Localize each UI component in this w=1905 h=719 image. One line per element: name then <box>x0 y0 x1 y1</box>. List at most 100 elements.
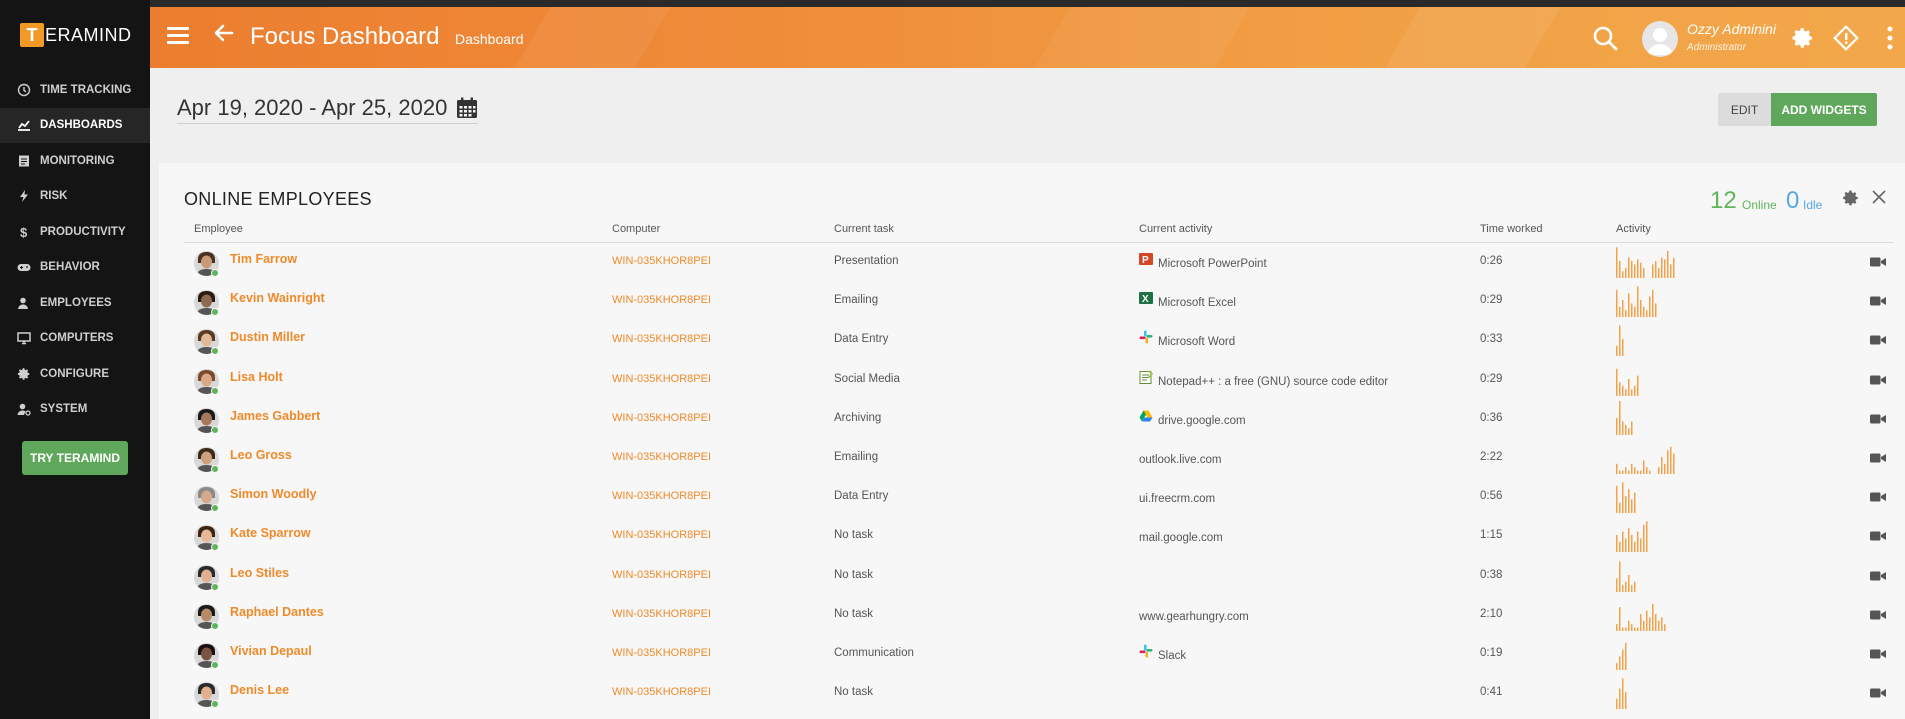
user-avatar[interactable] <box>1642 21 1678 57</box>
time-worked: 1:15 <box>1480 529 1503 542</box>
computer-link[interactable]: WIN-035KHOR8PEI <box>612 647 711 659</box>
menu-toggle-icon[interactable] <box>167 27 189 45</box>
live-view-camera-icon[interactable] <box>1870 451 1886 463</box>
employee-name-link[interactable]: Kate Sparrow <box>230 526 311 540</box>
breadcrumb[interactable]: Dashboard <box>455 31 524 47</box>
column-header-activity-chart[interactable]: Activity <box>1616 223 1651 235</box>
sidebar-item-monitoring[interactable]: MONITORING <box>0 143 150 179</box>
employee-name-link[interactable]: Leo Gross <box>230 448 292 462</box>
sidebar-item-productivity[interactable]: $ PRODUCTIVITY <box>0 214 150 250</box>
activity-bar <box>1634 467 1636 474</box>
employee-name-link[interactable]: James Gabbert <box>230 409 320 423</box>
computer-link[interactable]: WIN-035KHOR8PEI <box>612 333 711 345</box>
activity-sparkline[interactable] <box>1616 634 1686 670</box>
activity-sparkline[interactable] <box>1616 595 1686 631</box>
employee-name-link[interactable]: Denis Lee <box>230 683 289 697</box>
column-header-activity[interactable]: Current activity <box>1139 223 1212 235</box>
activity-bar <box>1634 581 1636 592</box>
employee-name-link[interactable]: Raphael Dantes <box>230 605 324 619</box>
widget-settings-gear-icon[interactable] <box>1842 189 1860 207</box>
employee-name-link[interactable]: Vivian Depaul <box>230 644 312 658</box>
computer-link[interactable]: WIN-035KHOR8PEI <box>612 412 711 424</box>
column-header-employee[interactable]: Employee <box>194 223 243 235</box>
computer-link[interactable]: WIN-035KHOR8PEI <box>612 255 711 267</box>
sidebar-item-dashboards[interactable]: DASHBOARDS <box>0 107 150 143</box>
add-widgets-button[interactable]: ADD WIDGETS <box>1771 93 1877 126</box>
employee-name-link[interactable]: Kevin Wainright <box>230 291 325 305</box>
computer-link[interactable]: WIN-035KHOR8PEI <box>612 451 711 463</box>
live-view-camera-icon[interactable] <box>1870 529 1886 541</box>
sidebar-item-computers[interactable]: COMPUTERS <box>0 321 150 357</box>
live-view-camera-icon[interactable] <box>1870 569 1886 581</box>
activity-sparkline[interactable] <box>1616 242 1686 278</box>
activity-bar <box>1661 257 1663 278</box>
employee-name-link[interactable]: Simon Woodly <box>230 487 317 501</box>
live-view-camera-icon[interactable] <box>1870 294 1886 306</box>
current-activity: Microsoft PowerPoint <box>1158 258 1267 270</box>
sidebar-item-system[interactable]: SYSTEM <box>0 392 150 428</box>
activity-bar <box>1619 606 1621 631</box>
date-range-picker[interactable]: Apr 19, 2020 - Apr 25, 2020 <box>177 95 479 124</box>
activity-sparkline[interactable] <box>1616 320 1686 357</box>
more-vertical-icon[interactable] <box>1887 25 1893 51</box>
live-view-camera-icon[interactable] <box>1870 490 1886 502</box>
live-view-camera-icon[interactable] <box>1870 412 1886 424</box>
column-header-time[interactable]: Time worked <box>1480 223 1543 235</box>
computer-link[interactable]: WIN-035KHOR8PEI <box>612 569 711 581</box>
employee-name-link[interactable]: Lisa Holt <box>230 370 283 384</box>
current-task: Data Entry <box>834 490 889 503</box>
activity-sparkline[interactable] <box>1616 673 1686 710</box>
column-header-task[interactable]: Current task <box>834 223 894 235</box>
sidebar-item-configure[interactable]: CONFIGURE <box>0 356 150 392</box>
computer-link[interactable]: WIN-035KHOR8PEI <box>612 686 711 698</box>
teramind-logo[interactable]: T ERAMIND <box>0 0 150 70</box>
back-arrow-icon[interactable] <box>212 21 236 52</box>
employee-name-link[interactable]: Leo Stiles <box>230 566 289 580</box>
computer-link[interactable]: WIN-035KHOR8PEI <box>612 608 711 620</box>
live-view-camera-icon[interactable] <box>1870 686 1886 698</box>
edit-button[interactable]: EDIT <box>1718 93 1771 126</box>
activity-sparkline[interactable] <box>1616 399 1686 435</box>
activity-sparkline[interactable] <box>1616 281 1686 318</box>
activity-sparkline[interactable] <box>1616 360 1686 396</box>
sidebar-item-employees[interactable]: EMPLOYEES <box>0 285 150 321</box>
live-view-camera-icon[interactable] <box>1870 255 1886 267</box>
widget-close-icon[interactable] <box>1871 189 1887 205</box>
live-view-camera-icon[interactable] <box>1870 373 1886 385</box>
employee-name-link[interactable]: Dustin Miller <box>230 330 305 344</box>
sidebar-item-behavior[interactable]: BEHAVIOR <box>0 250 150 286</box>
computer-link[interactable]: WIN-035KHOR8PEI <box>612 529 711 541</box>
activity-bar <box>1634 306 1636 318</box>
try-teramind-button[interactable]: TRY TERAMIND <box>22 441 128 475</box>
live-view-camera-icon[interactable] <box>1870 647 1886 659</box>
computer-link[interactable]: WIN-035KHOR8PEI <box>612 490 711 502</box>
sidebar-item-time-tracking[interactable]: TIME TRACKING <box>0 72 150 108</box>
header-decoration <box>1374 7 1566 68</box>
activity-bar <box>1625 388 1627 396</box>
activity-sparkline[interactable] <box>1616 516 1686 553</box>
computer-link[interactable]: WIN-035KHOR8PEI <box>612 373 711 385</box>
sidebar-item-risk[interactable]: RISK <box>0 179 150 215</box>
computer-link[interactable]: WIN-035KHOR8PEI <box>612 294 711 306</box>
time-worked: 0:19 <box>1480 647 1503 659</box>
live-view-camera-icon[interactable] <box>1870 608 1886 620</box>
calendar-icon <box>457 97 478 118</box>
alert-diamond-icon[interactable] <box>1833 25 1859 51</box>
user-name[interactable]: Ozzy Adminini <box>1687 21 1776 37</box>
current-task: No task <box>834 686 873 699</box>
activity-sparkline[interactable] <box>1616 477 1686 514</box>
current-activity: mail.google.com <box>1139 532 1223 545</box>
activity-bar <box>1652 264 1654 278</box>
activity-bar <box>1628 378 1630 396</box>
settings-gear-icon[interactable] <box>1791 26 1815 50</box>
employee-name-link[interactable]: Tim Farrow <box>230 252 297 266</box>
idle-label: Idle <box>1803 198 1823 212</box>
activity-sparkline[interactable] <box>1616 556 1686 592</box>
activity-bar <box>1616 417 1618 435</box>
table-row: Dustin Miller WIN-035KHOR8PEI Data Entry Mi… <box>159 323 1905 362</box>
live-view-camera-icon[interactable] <box>1870 333 1886 345</box>
search-icon[interactable] <box>1592 25 1618 51</box>
activity-sparkline[interactable] <box>1616 438 1686 474</box>
activity-bar <box>1619 400 1621 435</box>
column-header-computer[interactable]: Computer <box>612 223 660 235</box>
